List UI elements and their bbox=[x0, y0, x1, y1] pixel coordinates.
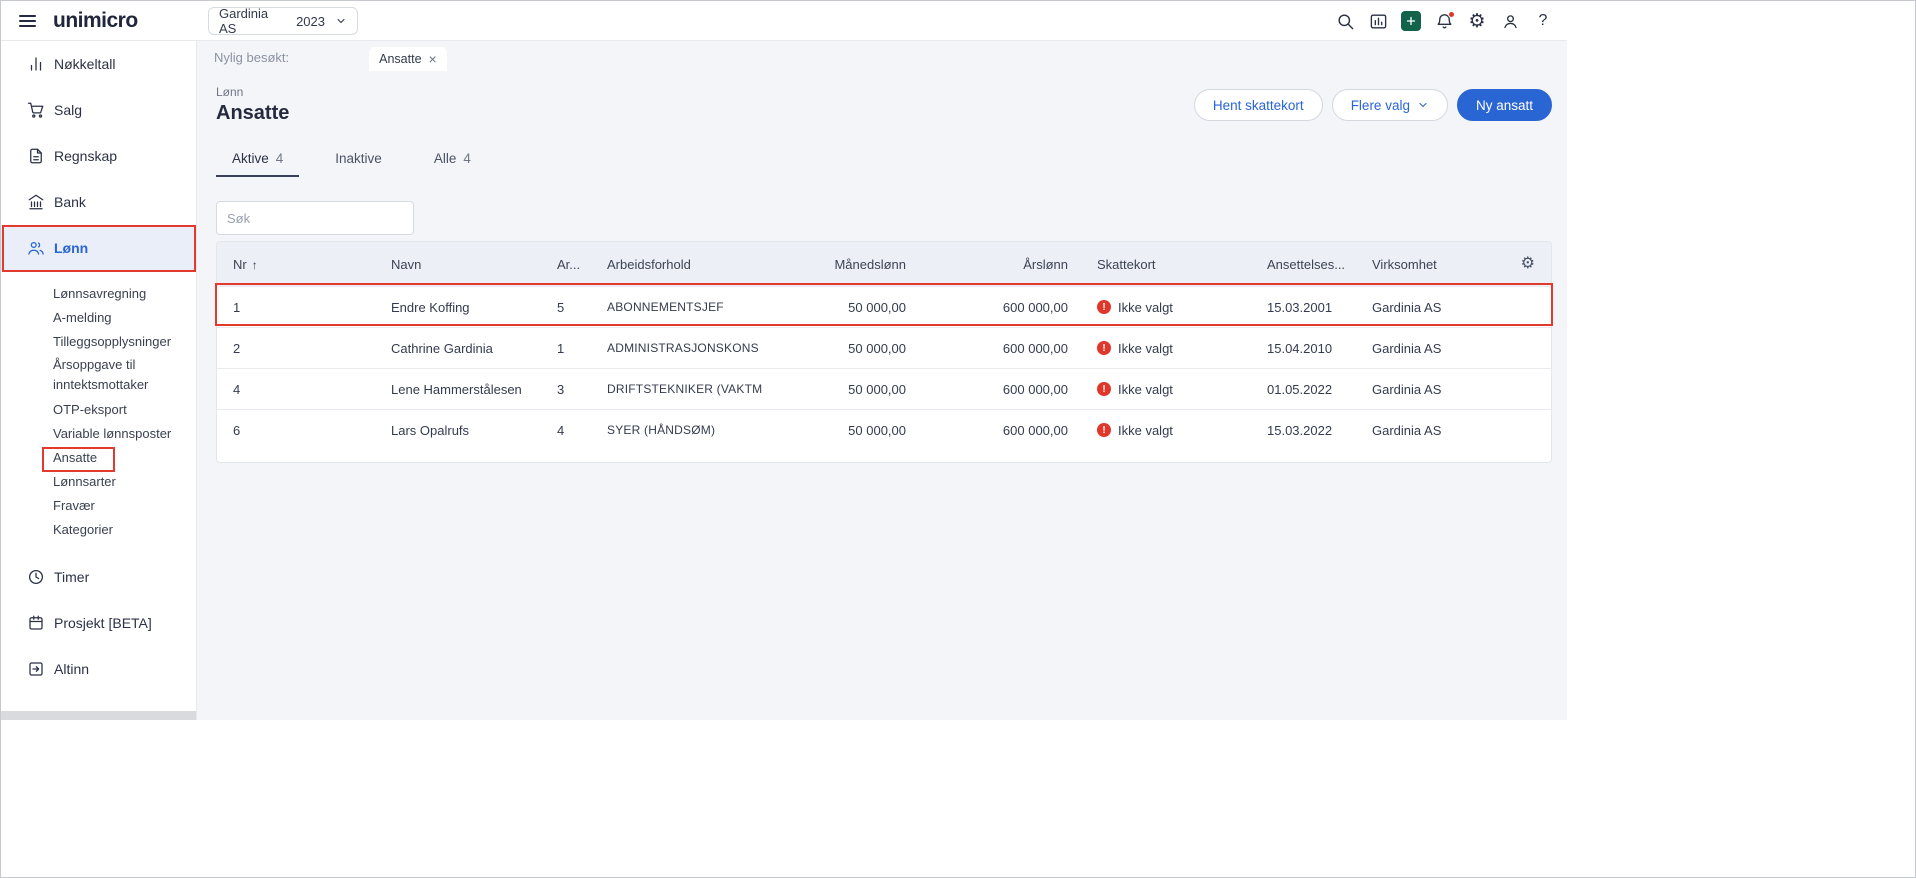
submenu-item-ansatte[interactable]: Ansatte bbox=[1, 445, 196, 469]
company-name: Gardinia AS bbox=[219, 6, 269, 36]
sidebar-item-lonn[interactable]: Lønn bbox=[1, 225, 196, 271]
main-area: Nylig besøkt: Ansatte × Lønn Ansatte Hen… bbox=[197, 41, 1567, 720]
app-logo: unimicro bbox=[53, 8, 138, 32]
hamburger-menu-icon[interactable] bbox=[19, 14, 36, 27]
sidebar-item-label: Altinn bbox=[54, 661, 90, 677]
error-icon: ! bbox=[1097, 300, 1111, 314]
tab-count: 4 bbox=[463, 151, 471, 166]
employee-row[interactable]: 6 Lars Opalrufs 4 SYER (HÅNDSØM) 50 000,… bbox=[217, 409, 1551, 450]
tab-alle[interactable]: Alle 4 bbox=[418, 151, 487, 177]
submenu-item-lonnsavregning[interactable]: Lønnsavregning bbox=[1, 281, 196, 305]
column-header-nr[interactable]: Nr ↑ bbox=[233, 257, 391, 272]
user-profile-icon[interactable] bbox=[1500, 11, 1520, 31]
top-bar: unimicro Gardinia AS 2023 ⚙ ? bbox=[1, 1, 1567, 41]
submenu-item-variable-lonnsposter[interactable]: Variable lønnsposter bbox=[1, 421, 196, 445]
breadcrumb: Lønn bbox=[216, 85, 244, 99]
submenu-item-a-melding[interactable]: A-melding bbox=[1, 305, 196, 329]
sort-asc-icon: ↑ bbox=[251, 257, 258, 272]
error-icon: ! bbox=[1097, 382, 1111, 396]
sidebar-scrollbar[interactable] bbox=[1, 711, 196, 720]
sidebar-item-regnskap[interactable]: Regnskap bbox=[1, 133, 196, 179]
sidebar-item-timer[interactable]: Timer bbox=[1, 554, 196, 600]
tab-aktive[interactable]: Aktive 4 bbox=[216, 151, 300, 177]
chevron-down-icon bbox=[335, 15, 347, 27]
submenu-item-otp-eksport[interactable]: OTP-eksport bbox=[1, 397, 196, 421]
submenu-item-kategorier[interactable]: Kategorier bbox=[1, 517, 196, 541]
column-header-ar[interactable]: Ar... bbox=[557, 257, 607, 272]
sidebar-item-altinn[interactable]: Altinn bbox=[1, 646, 196, 692]
sidebar-item-label: Salg bbox=[54, 102, 83, 118]
app-window: unimicro Gardinia AS 2023 ⚙ ? Nøkkeltall… bbox=[0, 0, 1916, 878]
column-header-manedslonn[interactable]: Månedslønn bbox=[792, 257, 912, 272]
clock-icon bbox=[28, 569, 44, 585]
add-new-icon[interactable] bbox=[1401, 11, 1421, 31]
column-header-arslonn[interactable]: Årslønn bbox=[912, 257, 1072, 272]
column-header-navn[interactable]: Navn bbox=[391, 257, 557, 272]
recent-tab-label: Ansatte bbox=[379, 52, 422, 66]
company-selector[interactable]: Gardinia AS 2023 bbox=[208, 6, 358, 36]
submenu-item-lonnsarter[interactable]: Lønnsarter bbox=[1, 469, 196, 493]
sidebar: Nøkkeltall Salg Regnskap Bank Lønn Lønns… bbox=[1, 41, 197, 720]
column-header-skattekort[interactable]: Skattekort bbox=[1072, 257, 1247, 272]
hent-skattekort-button[interactable]: Hent skattekort bbox=[1193, 89, 1323, 121]
recently-visited-bar: Nylig besøkt: Ansatte × bbox=[214, 41, 1552, 71]
bar-chart-icon bbox=[30, 57, 42, 71]
sidebar-item-label: Regnskap bbox=[54, 148, 118, 164]
project-icon bbox=[29, 615, 43, 630]
sidebar-item-label: Timer bbox=[54, 569, 90, 585]
employees-table: Nr ↑ Navn Ar... Arbeidsforhold Månedslønn… bbox=[216, 241, 1552, 463]
employee-row[interactable]: 2 Cathrine Gardinia 1 ADMINISTRASJONSKON… bbox=[217, 327, 1551, 368]
sidebar-item-label: Bank bbox=[54, 194, 86, 210]
topbar-icons: ⚙ ? bbox=[1335, 1, 1553, 41]
sidebar-item-nokkeltall[interactable]: Nøkkeltall bbox=[1, 41, 196, 87]
ledger-icon bbox=[30, 148, 42, 164]
bank-icon bbox=[28, 194, 44, 210]
sidebar-item-label: Nøkkeltall bbox=[54, 56, 116, 72]
notification-badge bbox=[1448, 11, 1455, 18]
table-header-row: Nr ↑ Navn Ar... Arbeidsforhold Månedslønn… bbox=[217, 242, 1551, 286]
column-header-arbeidsforhold[interactable]: Arbeidsforhold bbox=[607, 257, 792, 272]
sidebar-item-label: Lønn bbox=[54, 240, 89, 256]
submenu-item-arsoppgave[interactable]: Årsoppgave til inntektsmottaker bbox=[1, 353, 196, 397]
search-input[interactable] bbox=[217, 210, 413, 226]
recent-tab-ansatte[interactable]: Ansatte × bbox=[369, 47, 447, 71]
page-header: Lønn Ansatte Hent skattekort Flere valg … bbox=[216, 85, 1552, 125]
altinn-icon bbox=[29, 662, 43, 676]
column-settings-gear-icon[interactable]: ⚙ bbox=[1521, 255, 1535, 272]
sidebar-item-salg[interactable]: Salg bbox=[1, 87, 196, 133]
sidebar-item-prosjekt[interactable]: Prosjekt [BETA] bbox=[1, 600, 196, 646]
notifications-bell-icon[interactable] bbox=[1434, 11, 1455, 31]
column-header-virksomhet[interactable]: Virksomhet bbox=[1352, 257, 1502, 272]
tab-count: 4 bbox=[275, 151, 284, 166]
error-icon: ! bbox=[1097, 423, 1111, 437]
plus-icon bbox=[1401, 11, 1421, 31]
filter-tabs: Aktive 4 Inaktive Alle 4 bbox=[216, 151, 1552, 177]
chevron-down-icon bbox=[1419, 102, 1427, 108]
sidebar-item-bank[interactable]: Bank bbox=[1, 179, 196, 225]
close-icon[interactable]: × bbox=[429, 52, 437, 66]
company-year: 2023 bbox=[296, 13, 325, 29]
employee-row[interactable]: 4 Lene Hammerstålesen 3 DRIFTSTEKNIKER (… bbox=[217, 368, 1551, 409]
employee-row[interactable]: 1 Endre Koffing 5 ABONNEMENTSJEF 50 000,… bbox=[217, 286, 1551, 327]
flere-valg-button[interactable]: Flere valg bbox=[1331, 89, 1448, 121]
cart-icon bbox=[27, 102, 44, 118]
search-box bbox=[216, 201, 414, 235]
page-title: Ansatte bbox=[216, 102, 290, 124]
submenu-item-tilleggsopplysninger[interactable]: Tilleggsopplysninger bbox=[1, 329, 196, 353]
sidebar-item-label: Prosjekt [BETA] bbox=[54, 615, 152, 631]
tab-inaktive[interactable]: Inaktive bbox=[319, 151, 398, 177]
column-header-ansettelses[interactable]: Ansettelses... bbox=[1247, 257, 1352, 272]
submenu-item-fravaer[interactable]: Fravær bbox=[1, 493, 196, 517]
error-icon: ! bbox=[1097, 341, 1111, 355]
reports-icon[interactable] bbox=[1368, 11, 1388, 31]
lonn-submenu: Lønnsavregning A-melding Tilleggsopplysn… bbox=[1, 281, 196, 541]
filter-icon[interactable] bbox=[413, 202, 414, 234]
search-icon[interactable] bbox=[1335, 11, 1355, 31]
help-icon[interactable]: ? bbox=[1533, 11, 1553, 31]
recently-visited-label: Nylig besøkt: bbox=[214, 50, 290, 65]
people-icon bbox=[28, 241, 44, 255]
settings-gear-icon[interactable]: ⚙ bbox=[1467, 11, 1487, 31]
ny-ansatt-button[interactable]: Ny ansatt bbox=[1456, 89, 1552, 121]
